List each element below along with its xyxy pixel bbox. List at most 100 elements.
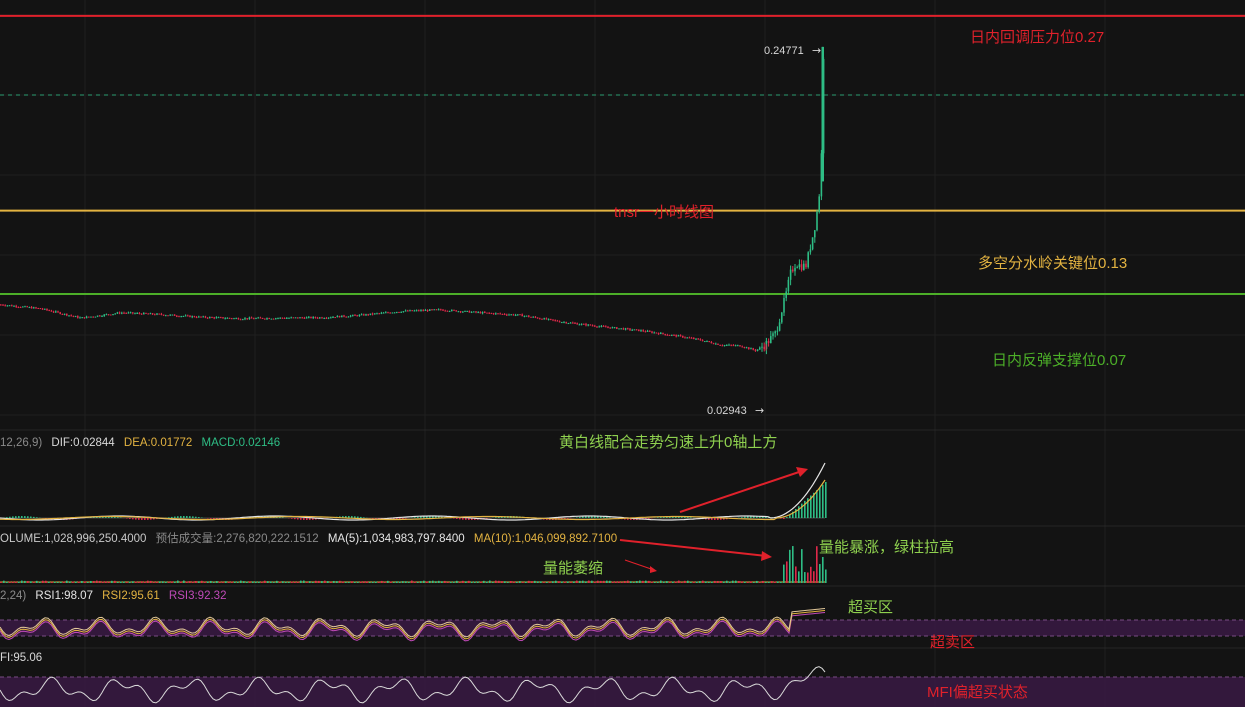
volume-bar xyxy=(102,581,104,583)
candle-body xyxy=(464,310,466,312)
macd-bar xyxy=(360,516,362,518)
volume-bar xyxy=(45,580,47,583)
candle-body xyxy=(264,318,266,320)
volume-bar xyxy=(633,581,635,583)
volume-bar xyxy=(108,581,110,583)
volume-bar xyxy=(738,580,740,583)
candle-body xyxy=(24,306,26,308)
candle-body xyxy=(310,316,312,319)
volume-bar xyxy=(450,581,452,583)
volume-bar xyxy=(411,580,413,583)
volume-bar xyxy=(105,581,107,583)
candle-body xyxy=(437,309,440,311)
candle-body xyxy=(525,315,528,317)
volume-bar xyxy=(147,580,149,583)
macd-bar xyxy=(465,518,467,520)
volume-bar xyxy=(660,580,662,583)
volume-bar xyxy=(756,580,758,583)
macd-bar xyxy=(150,518,152,520)
candle-body xyxy=(250,317,253,319)
volume-bar xyxy=(78,581,80,583)
candle-body xyxy=(440,309,442,311)
volume-bar xyxy=(210,580,212,583)
volume-bar xyxy=(39,581,41,583)
candle-body xyxy=(143,312,145,315)
candle-body xyxy=(33,307,35,309)
volume-bar xyxy=(96,580,98,583)
volume-bar xyxy=(762,580,764,583)
candle-body xyxy=(671,334,673,336)
volume-bar xyxy=(165,581,167,583)
volume-bar xyxy=(543,581,545,583)
volume-bar xyxy=(570,581,572,583)
macd-bar xyxy=(129,518,131,519)
macd-bar xyxy=(36,517,38,518)
volume-bar xyxy=(51,581,53,583)
volume-bar xyxy=(789,549,791,583)
candle-body xyxy=(778,322,781,331)
candle-body xyxy=(792,269,794,272)
volume-bar xyxy=(621,581,623,583)
volume-bar xyxy=(567,581,569,583)
candle-body xyxy=(180,316,182,318)
candle-body xyxy=(699,339,702,341)
volume-bar xyxy=(708,581,710,583)
candle-body xyxy=(787,279,790,292)
candle-body xyxy=(488,312,490,314)
candle-body xyxy=(74,316,77,318)
candle-body xyxy=(783,297,785,313)
volume-bar xyxy=(480,581,482,583)
candle-body xyxy=(814,230,816,238)
candle-body xyxy=(81,317,83,319)
macd-bar xyxy=(456,518,458,519)
candle-body xyxy=(259,317,262,319)
candle-body xyxy=(770,336,772,344)
candle-body xyxy=(660,332,662,335)
volume-bar xyxy=(63,581,65,583)
candle-body xyxy=(176,315,178,317)
macd-bar xyxy=(405,518,407,519)
candle-body xyxy=(517,314,519,316)
candle-body xyxy=(745,347,748,349)
volume-bar xyxy=(135,581,137,583)
volume-bar xyxy=(720,581,722,583)
candle-body xyxy=(266,318,268,320)
candle-body xyxy=(341,315,343,318)
candle-body xyxy=(554,320,556,322)
volume-bar xyxy=(333,580,335,583)
volume-bar xyxy=(552,581,554,583)
macd-bar xyxy=(12,516,14,518)
volume-bar xyxy=(696,581,698,583)
candle-body xyxy=(57,311,59,313)
candle-body xyxy=(616,327,618,329)
candle-body xyxy=(649,330,651,332)
candle-body xyxy=(19,307,22,309)
volume-bar xyxy=(177,580,179,583)
volume-bar xyxy=(156,581,158,583)
mfi-header: FI:95.06 xyxy=(0,652,48,664)
candle-body xyxy=(545,318,548,320)
candle-body xyxy=(182,315,185,317)
volume-bar xyxy=(408,581,410,583)
candle-body xyxy=(811,237,814,250)
candle-body xyxy=(272,318,275,320)
macd-params: 12,26,9) xyxy=(0,437,43,449)
candle-body xyxy=(162,314,165,316)
candle-body xyxy=(4,305,6,307)
volume-bar xyxy=(774,581,776,583)
candle-body xyxy=(470,311,473,313)
candle-body xyxy=(402,311,405,313)
volume-bar xyxy=(582,580,584,583)
candle-body xyxy=(635,329,638,331)
candle-body xyxy=(798,264,801,268)
candle-body xyxy=(66,313,68,316)
volume-bar xyxy=(606,580,608,583)
candle-body xyxy=(332,316,334,318)
macd-bar xyxy=(168,517,170,518)
volume-bar xyxy=(24,580,26,583)
volume-bar xyxy=(780,581,782,583)
volume-bar xyxy=(441,581,443,583)
candle-body xyxy=(301,317,303,319)
volume-bar xyxy=(663,581,665,583)
candle-body xyxy=(501,313,504,315)
